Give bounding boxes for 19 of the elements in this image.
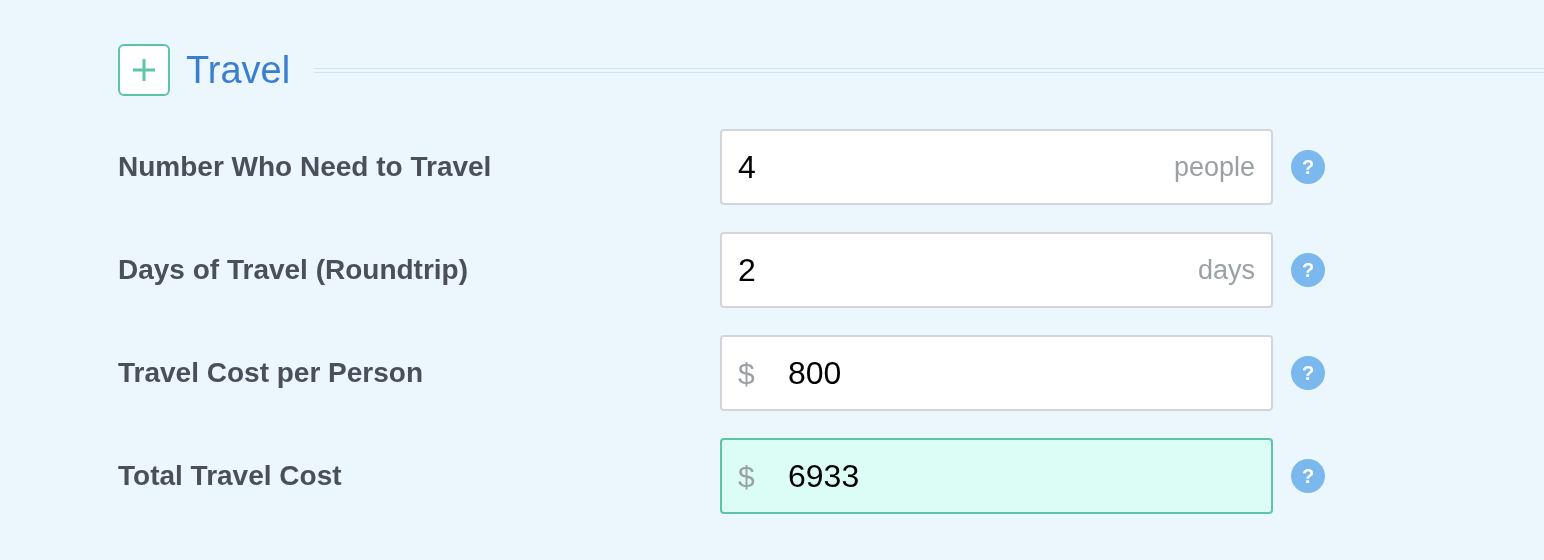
input-field[interactable]: 4 people bbox=[720, 129, 1273, 205]
input-field[interactable]: $ 6933 bbox=[720, 438, 1273, 514]
field-label: Total Travel Cost bbox=[118, 459, 343, 493]
expand-button[interactable] bbox=[118, 44, 170, 96]
plus-icon bbox=[131, 57, 157, 83]
field-label: Days of Travel (Roundtrip) bbox=[118, 253, 470, 287]
field-label: Travel Cost per Person bbox=[118, 356, 424, 390]
input-field[interactable]: 2 days bbox=[720, 232, 1273, 308]
field-label: Number Who Need to Travel bbox=[118, 150, 493, 184]
input-value: 2 bbox=[738, 251, 756, 290]
unit-suffix: people bbox=[1173, 150, 1255, 184]
currency-symbol: $ bbox=[738, 458, 756, 495]
input-field[interactable]: $ 800 bbox=[720, 335, 1273, 411]
input-value: 6933 bbox=[788, 457, 860, 496]
input-value: 800 bbox=[788, 354, 842, 393]
section-title: Travel bbox=[186, 51, 291, 89]
unit-suffix: days bbox=[1197, 253, 1255, 287]
currency-symbol: $ bbox=[738, 355, 756, 392]
input-value: 4 bbox=[738, 148, 756, 187]
